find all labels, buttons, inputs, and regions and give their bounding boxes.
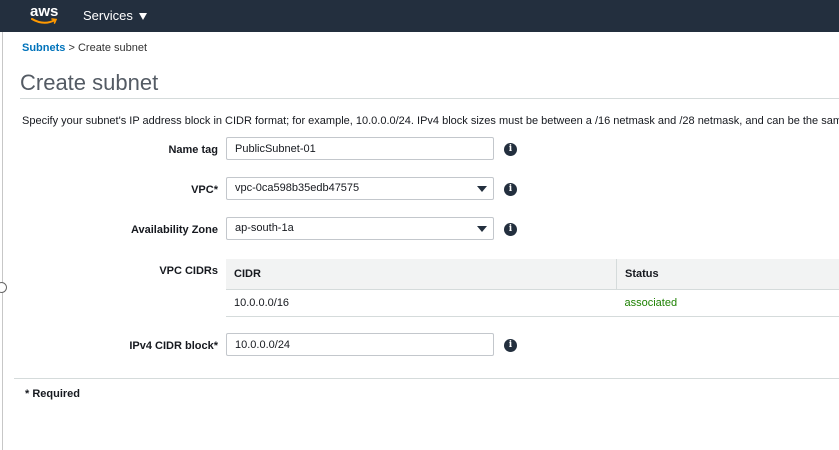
caret-down-icon: [138, 12, 147, 20]
vpc-selected-value: vpc-0ca598b35edb47575: [235, 182, 360, 194]
cidr-cell: 10.0.0.0/16: [226, 289, 617, 317]
chevron-down-icon: [477, 186, 487, 192]
required-note: * Required: [25, 388, 81, 400]
name-tag-info-icon[interactable]: i: [504, 143, 517, 156]
footer-divider: [14, 378, 839, 379]
services-label: Services: [83, 8, 133, 23]
panel-resize-handle[interactable]: [0, 282, 7, 293]
ipv4-cidr-input[interactable]: [226, 333, 494, 356]
name-tag-label: Name tag: [168, 144, 218, 156]
page-description: Specify your subnet's IP address block i…: [22, 115, 839, 127]
breadcrumb-current: Create subnet: [77, 42, 148, 54]
availability-zone-info-icon[interactable]: i: [504, 223, 517, 236]
table-header-row: CIDR Status: [226, 259, 839, 290]
breadcrumb-separator: >: [68, 42, 75, 54]
availability-zone-select[interactable]: ap-south-1a: [226, 217, 494, 240]
name-tag-input[interactable]: [226, 137, 494, 160]
status-cell: associated: [616, 289, 839, 317]
services-menu-button[interactable]: Services: [83, 8, 147, 24]
vpc-label: VPC*: [191, 184, 218, 196]
ipv4-cidr-label: IPv4 CIDR block*: [129, 340, 218, 352]
aws-smile-icon: [31, 18, 58, 24]
availability-zone-selected-value: ap-south-1a: [235, 222, 294, 234]
vpc-select[interactable]: vpc-0ca598b35edb47575: [226, 177, 494, 200]
aws-logo-icon[interactable]: aws: [30, 4, 60, 28]
vpc-info-icon[interactable]: i: [504, 183, 517, 196]
breadcrumb: Subnets > Create subnet: [22, 41, 147, 55]
chevron-down-icon: [477, 226, 487, 232]
ipv4-cidr-info-icon[interactable]: i: [504, 339, 517, 352]
breadcrumb-subnets-link[interactable]: Subnets: [22, 42, 65, 54]
vpc-cidrs-table: CIDR Status 10.0.0.0/16 associated: [226, 259, 839, 317]
top-nav-bar: aws Services: [0, 0, 839, 32]
availability-zone-label: Availability Zone: [130, 224, 218, 236]
page-title: Create subnet: [20, 70, 159, 95]
status-column-header: Status: [616, 259, 839, 290]
vpc-cidrs-label: VPC CIDRs: [159, 265, 218, 277]
cidr-column-header: CIDR: [226, 259, 617, 290]
title-divider: [20, 98, 839, 99]
table-row: 10.0.0.0/16 associated: [226, 289, 839, 317]
left-edge-divider: [2, 32, 3, 450]
